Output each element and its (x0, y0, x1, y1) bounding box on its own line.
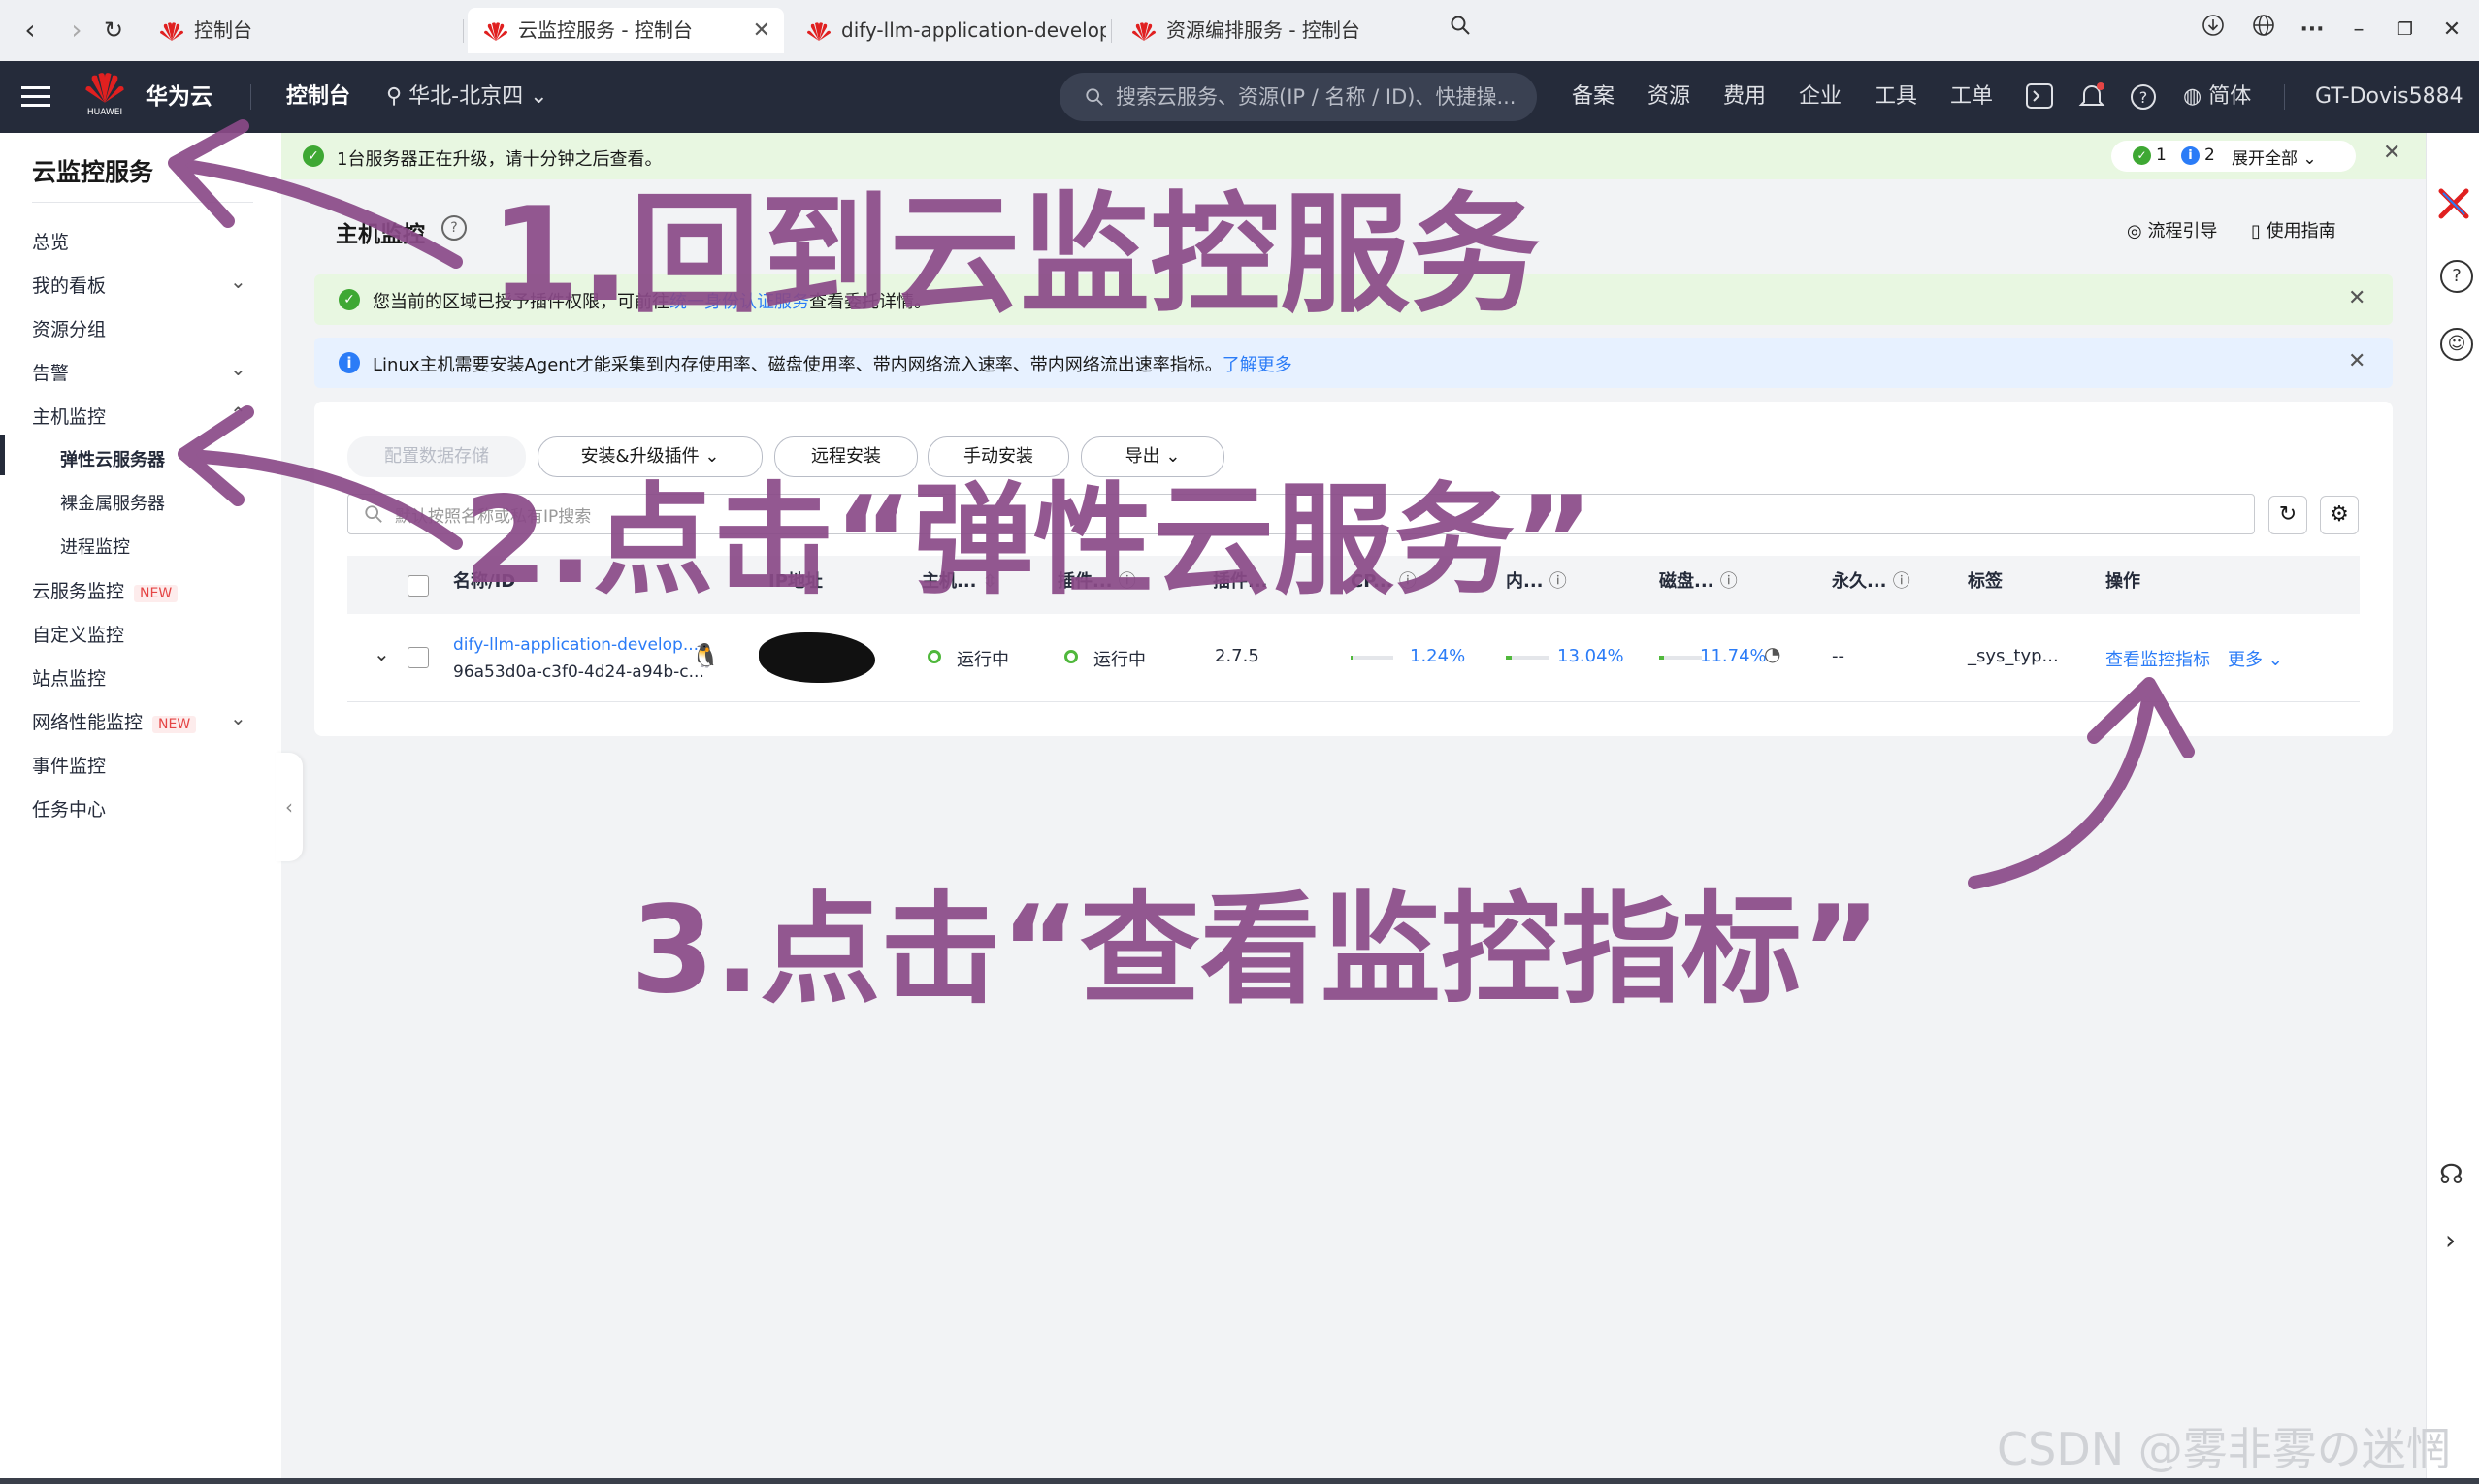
annotation-step3: 3.点击“查看监控指标” (631, 881, 1881, 1020)
arrow-to-view-metrics (1968, 687, 2156, 889)
annotation-step1: 1.回到云监控服务 (490, 179, 1541, 331)
window-bottom-edge (0, 1478, 2479, 1484)
watermark: CSDN @雾非雾の迷惘 (1997, 1423, 2451, 1475)
annotation-step2: 2.点击“弹性云服务” (464, 471, 1594, 611)
